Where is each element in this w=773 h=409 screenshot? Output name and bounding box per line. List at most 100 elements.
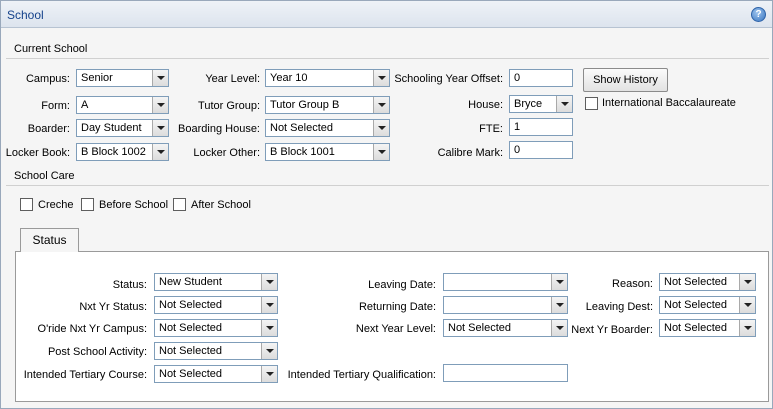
locker-other-select[interactable]: B Block 1001: [265, 143, 390, 161]
current-school-divider: [6, 58, 769, 59]
next-year-level-select[interactable]: Not Selected: [443, 319, 568, 337]
locker-other-dropdown-arrow-icon[interactable]: [373, 144, 389, 160]
reason-dropdown-arrow-icon[interactable]: [739, 274, 755, 290]
house-select[interactable]: Bryce: [509, 95, 573, 113]
creche-checkbox[interactable]: [20, 198, 33, 211]
oride-nxt-yr-campus-dropdown-arrow-icon[interactable]: [261, 320, 277, 336]
international-baccalaureate-checkbox[interactable]: [585, 97, 598, 110]
nxt-yr-status-label: Nxt Yr Status:: [79, 301, 147, 313]
tutor-group-value: Tutor Group B: [270, 99, 340, 111]
intended-tertiary-qualification-label: Intended Tertiary Qualification:: [287, 369, 436, 381]
form-dropdown-arrow-icon[interactable]: [152, 97, 168, 113]
form-value: A: [81, 99, 89, 111]
schooling-year-offset-value: 0: [514, 72, 521, 84]
boarder-value: Day Student: [81, 122, 142, 134]
form-select[interactable]: A: [76, 96, 169, 114]
leaving-date-label: Leaving Date:: [368, 279, 436, 291]
locker-other-value: B Block 1001: [270, 146, 335, 158]
leaving-dest-select[interactable]: Not Selected: [659, 296, 756, 314]
school-panel: School ? Current School Campus: Senior F…: [0, 0, 773, 409]
help-icon[interactable]: ?: [751, 7, 766, 22]
campus-dropdown-arrow-icon[interactable]: [152, 70, 168, 86]
intended-tertiary-course-label: Intended Tertiary Course:: [23, 369, 147, 381]
next-year-level-label: Next Year Level:: [355, 323, 436, 335]
current-school-heading: Current School: [14, 43, 88, 55]
year-level-select[interactable]: Year 10: [265, 69, 390, 87]
campus-label: Campus:: [25, 73, 70, 85]
reason-label: Reason:: [612, 278, 653, 290]
next-year-level-value: Not Selected: [448, 322, 511, 334]
oride-nxt-yr-campus-value: Not Selected: [159, 322, 222, 334]
locker-other-label: Locker Other:: [193, 147, 260, 159]
intended-tertiary-qualification-input[interactable]: [443, 364, 568, 382]
status-dropdown-arrow-icon[interactable]: [261, 274, 277, 290]
tutor-group-dropdown-arrow-icon[interactable]: [373, 97, 389, 113]
leaving-date-picker[interactable]: [443, 273, 568, 291]
house-dropdown-arrow-icon[interactable]: [556, 96, 572, 112]
leaving-dest-dropdown-arrow-icon[interactable]: [739, 297, 755, 313]
calibre-mark-input[interactable]: 0: [509, 141, 573, 159]
intended-tertiary-course-select[interactable]: Not Selected: [154, 365, 278, 383]
boarding-house-value: Not Selected: [270, 122, 333, 134]
boarding-house-dropdown-arrow-icon[interactable]: [373, 120, 389, 136]
schooling-year-offset-input[interactable]: 0: [509, 69, 573, 87]
fte-value: 1: [514, 121, 521, 133]
campus-select[interactable]: Senior: [76, 69, 169, 87]
status-select[interactable]: New Student: [154, 273, 278, 291]
post-school-activity-select[interactable]: Not Selected: [154, 342, 278, 360]
boarding-house-select[interactable]: Not Selected: [265, 119, 390, 137]
schooling-year-offset-label: Schooling Year Offset:: [394, 73, 503, 85]
leaving-dest-value: Not Selected: [664, 299, 727, 311]
year-level-value: Year 10: [270, 72, 308, 84]
intended-tertiary-course-dropdown-arrow-icon[interactable]: [261, 366, 277, 382]
show-history-button[interactable]: Show History: [583, 68, 668, 92]
house-label: House:: [468, 99, 503, 111]
next-yr-boarder-label: Next Yr Boarder:: [571, 324, 653, 336]
leaving-dest-label: Leaving Dest:: [585, 301, 653, 313]
status-label: Status:: [112, 279, 147, 291]
locker-book-dropdown-arrow-icon[interactable]: [152, 144, 168, 160]
leaving-date-dropdown-arrow-icon[interactable]: [551, 274, 567, 290]
year-level-label: Year Level:: [205, 73, 260, 85]
status-value: New Student: [159, 276, 222, 288]
returning-date-label: Returning Date:: [358, 301, 436, 313]
boarder-label: Boarder:: [27, 123, 70, 135]
returning-date-dropdown-arrow-icon[interactable]: [551, 297, 567, 313]
panel-titlebar: School ?: [1, 1, 772, 28]
nxt-yr-status-dropdown-arrow-icon[interactable]: [261, 297, 277, 313]
nxt-yr-status-select[interactable]: Not Selected: [154, 296, 278, 314]
locker-book-label: Locker Book:: [5, 147, 70, 159]
post-school-activity-label: Post School Activity:: [47, 346, 147, 358]
tutor-group-select[interactable]: Tutor Group B: [265, 96, 390, 114]
reason-select[interactable]: Not Selected: [659, 273, 756, 291]
fte-label: FTE:: [479, 123, 503, 135]
locker-book-select[interactable]: B Block 1002: [76, 143, 169, 161]
nxt-yr-status-value: Not Selected: [159, 299, 222, 311]
boarding-house-label: Boarding House:: [178, 123, 260, 135]
post-school-activity-dropdown-arrow-icon[interactable]: [261, 343, 277, 359]
returning-date-picker[interactable]: [443, 296, 568, 314]
post-school-activity-value: Not Selected: [159, 345, 222, 357]
boarder-dropdown-arrow-icon[interactable]: [152, 120, 168, 136]
next-yr-boarder-dropdown-arrow-icon[interactable]: [739, 320, 755, 336]
reason-value: Not Selected: [664, 276, 727, 288]
locker-book-value: B Block 1002: [81, 146, 146, 158]
tab-status[interactable]: Status: [20, 228, 79, 252]
international-baccalaureate-label: International Baccalaureate: [602, 97, 736, 109]
next-year-level-dropdown-arrow-icon[interactable]: [551, 320, 567, 336]
oride-nxt-yr-campus-label: O'ride Nxt Yr Campus:: [37, 323, 147, 335]
creche-label: Creche: [38, 199, 74, 211]
school-care-divider: [6, 185, 769, 186]
year-level-dropdown-arrow-icon[interactable]: [373, 70, 389, 86]
fte-input[interactable]: 1: [509, 118, 573, 136]
after-school-checkbox[interactable]: [173, 198, 186, 211]
form-label: Form:: [41, 100, 70, 112]
intended-tertiary-course-value: Not Selected: [159, 368, 222, 380]
next-yr-boarder-select[interactable]: Not Selected: [659, 319, 756, 337]
before-school-checkbox[interactable]: [81, 198, 94, 211]
oride-nxt-yr-campus-select[interactable]: Not Selected: [154, 319, 278, 337]
boarder-select[interactable]: Day Student: [76, 119, 169, 137]
calibre-mark-value: 0: [514, 144, 521, 156]
house-value: Bryce: [514, 98, 543, 110]
panel-title: School: [7, 8, 44, 22]
